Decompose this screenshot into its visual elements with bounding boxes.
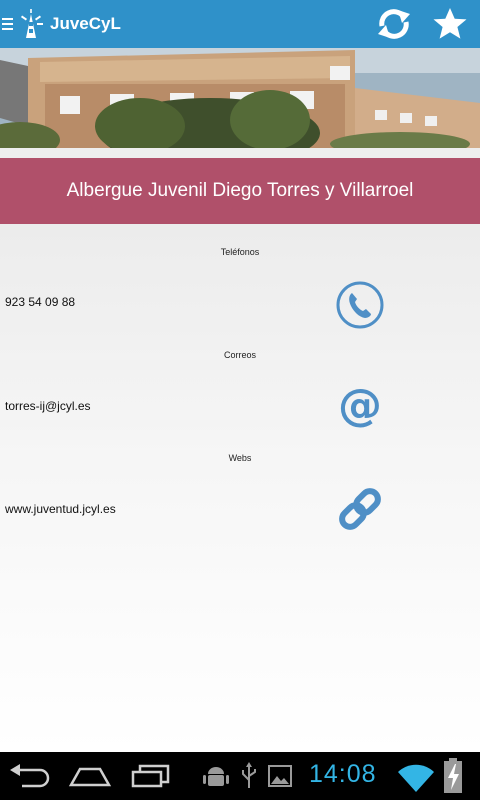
star-icon[interactable] (432, 6, 468, 42)
place-title: Albergue Juvenil Diego Torres y Villarro… (66, 180, 414, 201)
app-title: JuveCyL (50, 14, 121, 33)
contact-content: Teléfonos 923 54 09 88 Correos torres-ij… (0, 224, 480, 752)
app-bar: JuveCyL (0, 0, 480, 48)
svg-text:@: @ (338, 380, 382, 430)
usb-icon (242, 762, 256, 788)
recent-apps-icon[interactable] (130, 764, 172, 788)
phones-section-title: Teléfonos (220, 247, 260, 257)
place-title-banner: Albergue Juvenil Diego Torres y Villarro… (0, 158, 480, 224)
wifi-icon (398, 764, 434, 792)
back-icon[interactable] (8, 764, 50, 788)
link-icon[interactable] (335, 484, 385, 534)
emails-section-title: Correos (223, 350, 256, 360)
system-nav-bar: 14:08 (0, 752, 480, 800)
image-notification-icon (268, 765, 292, 787)
email-address[interactable]: torres-ij@jcyl.es (5, 399, 91, 413)
website-url[interactable]: www.juventud.jcyl.es (5, 502, 116, 516)
phone-number[interactable]: 923 54 09 88 (5, 295, 75, 309)
android-debug-icon (203, 767, 229, 786)
home-icon[interactable] (68, 765, 112, 787)
phone-icon[interactable] (335, 280, 385, 330)
battery-charging-icon (444, 758, 462, 793)
menu-icon[interactable] (2, 18, 13, 30)
refresh-icon[interactable] (374, 4, 414, 44)
email-at-icon[interactable]: @ (335, 380, 385, 430)
hero-image (0, 48, 480, 148)
webs-section-title: Webs (228, 453, 252, 463)
hero-divider (0, 148, 480, 158)
logo-icon[interactable] (17, 8, 45, 40)
status-clock: 14:08 (309, 760, 377, 788)
